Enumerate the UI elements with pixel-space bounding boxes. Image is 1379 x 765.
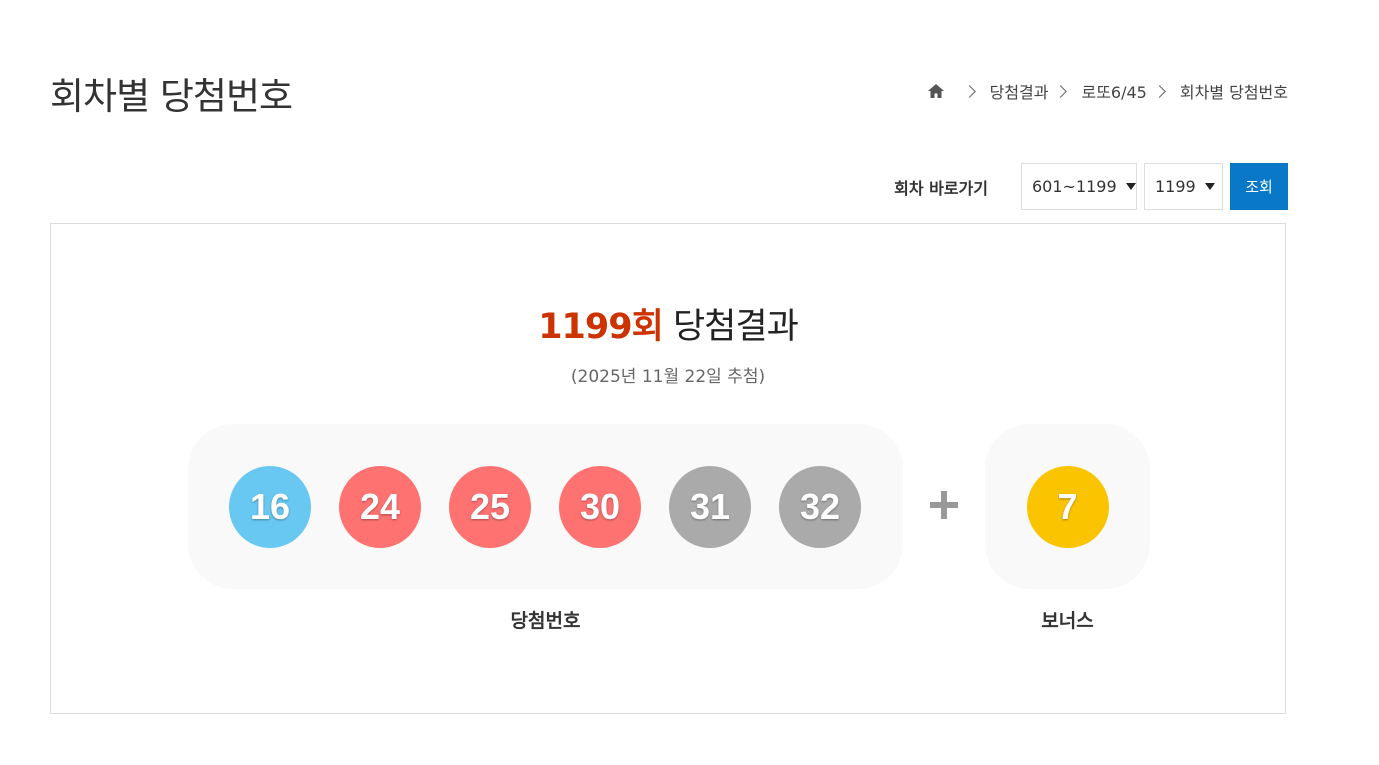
result-title-suffix: 당첨결과 [672,307,799,347]
search-button[interactable]: 조회 [1230,163,1288,210]
caret-down-icon [1125,183,1136,190]
winning-ball: 25 [449,465,531,548]
round-range-value: 601~1199 [1032,177,1117,196]
page: 회차별 당첨번호 당첨결과 로또6/45 회차별 당첨번호 회차 바로가기 60… [0,0,1379,765]
winning-ball: 24 [339,465,421,548]
winning-numbers-label: 당첨번호 [510,610,581,632]
result-title: 1199회 당첨결과 [51,302,1285,352]
caret-down-icon [1204,183,1215,190]
result-round: 1199회 [538,307,664,347]
page-title: 회차별 당첨번호 [50,75,293,118]
winning-ball: 30 [559,465,641,548]
result-panel: 1199회 당첨결과 (2025년 11월 22일 추첨) 16 24 25 30 31… [50,223,1286,714]
round-range-select[interactable]: 601~1199 [1021,163,1137,210]
bonus-number-panel: 7 [985,424,1150,589]
winning-ball: 16 [229,465,311,548]
round-jump-bar: 회차 바로가기 601~1199 1199 조회 [894,163,1288,210]
breadcrumb-item-current[interactable]: 회차별 당첨번호 [1180,79,1288,103]
chevron-right-icon [1152,84,1166,98]
bonus-label: 보너스 [1041,610,1094,632]
chevron-right-icon [1054,84,1068,98]
breadcrumb-item-results[interactable]: 당첨결과 [990,79,1049,103]
round-select[interactable]: 1199 [1144,163,1223,210]
chevron-right-icon [962,84,976,98]
winning-numbers-panel: 16 24 25 30 31 32 [188,424,903,589]
breadcrumb: 당첨결과 로또6/45 회차별 당첨번호 [927,80,1288,102]
winning-ball: 31 [669,465,751,548]
round-jump-label: 회차 바로가기 [894,178,988,198]
winning-ball: 32 [779,465,861,548]
plus-icon [928,489,960,521]
bonus-ball: 7 [1026,465,1109,548]
home-icon[interactable] [927,82,945,100]
draw-date: (2025년 11월 22일 추첨) [570,367,766,387]
breadcrumb-item-lotto645[interactable]: 로또6/45 [1081,79,1146,103]
round-value: 1199 [1155,177,1196,196]
